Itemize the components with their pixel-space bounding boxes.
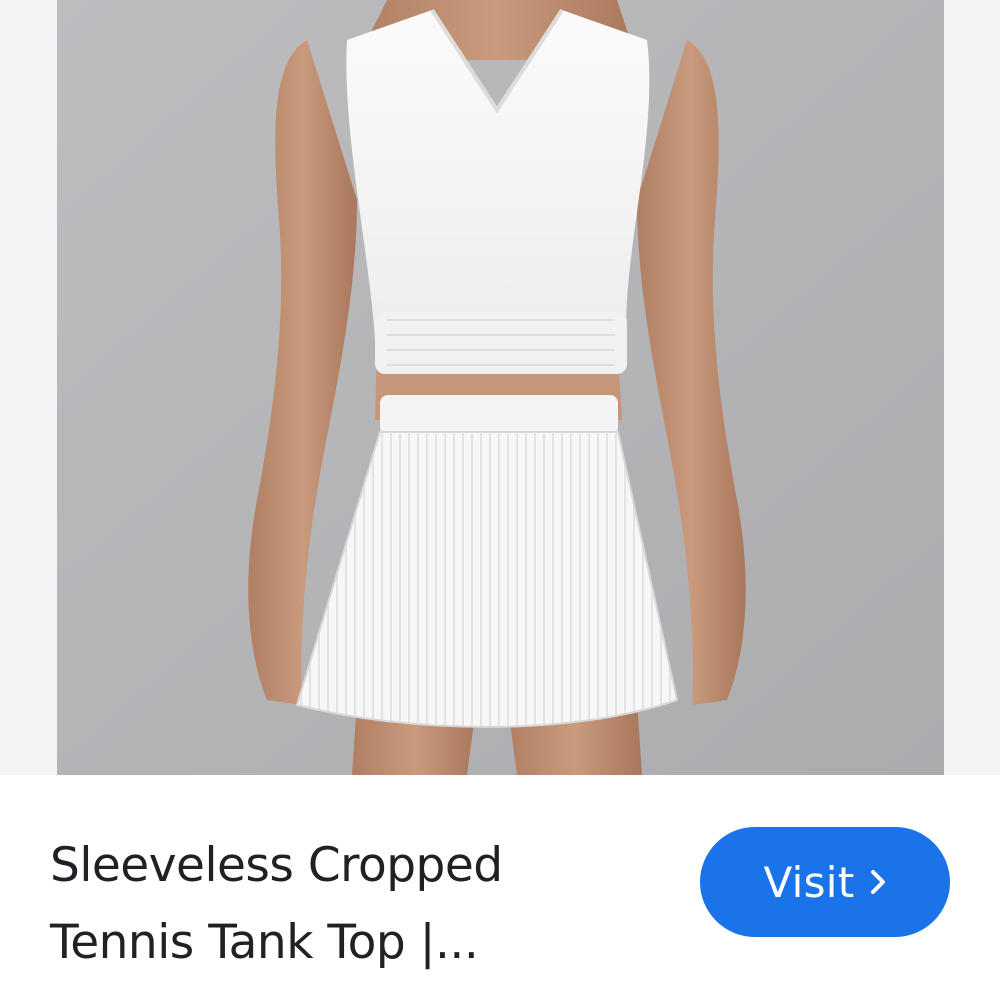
- image-side-left: [0, 0, 57, 775]
- visit-button[interactable]: Visit: [700, 827, 950, 937]
- chevron-right-icon: [869, 868, 887, 896]
- product-title[interactable]: Sleeveless Cropped Tennis Tank Top |...: [50, 827, 650, 981]
- product-image-area[interactable]: [0, 0, 1000, 775]
- product-title-line-2[interactable]: Tennis Tank Top |...: [50, 904, 650, 981]
- product-title-line-1[interactable]: Sleeveless Cropped: [50, 827, 650, 904]
- visit-label: Visit: [763, 857, 855, 907]
- image-side-right: [944, 0, 1000, 775]
- result-footer: Sleeveless Cropped Tennis Tank Top |... …: [0, 775, 1000, 1000]
- result-card: Sleeveless Cropped Tennis Tank Top |... …: [0, 0, 1000, 1000]
- product-image[interactable]: [57, 0, 944, 775]
